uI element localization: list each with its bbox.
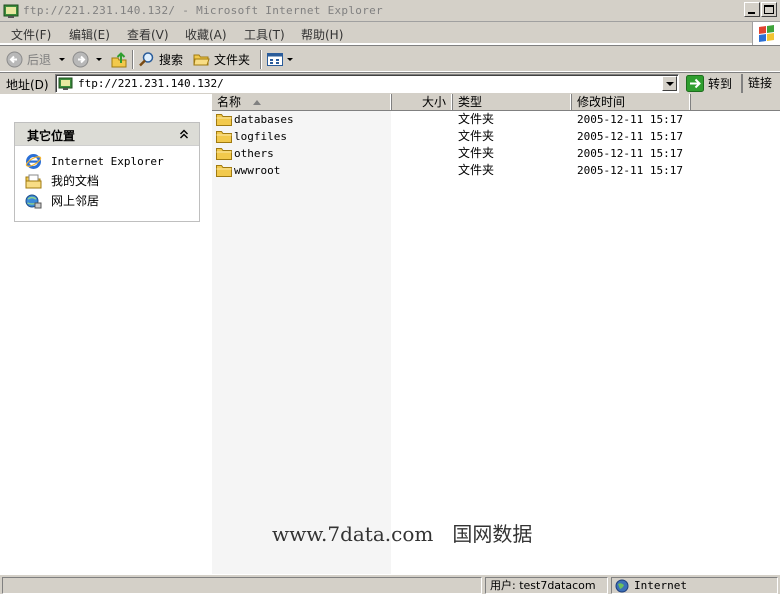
folder-icon [216,114,232,126]
forward-dropdown-icon[interactable] [96,58,102,61]
content-area: 其它位置 Internet Explorer 我的文档 网上邻居 名称 大小 类… [0,94,780,574]
collapse-chevron-icon[interactable] [179,129,189,139]
column-header-modified[interactable]: 修改时间 [572,94,691,110]
other-places-pane: 其它位置 Internet Explorer 我的文档 网上邻居 [14,122,200,222]
status-user: 用户: test7datacom [485,577,608,594]
views-dropdown-icon[interactable] [287,58,293,61]
links-button[interactable]: 链接 [741,74,772,93]
folders-button[interactable]: 文件夹 [193,49,250,70]
column-header-type[interactable]: 类型 [453,94,572,110]
column-header-row: 名称 大小 类型 修改时间 [212,94,780,111]
up-folder-icon [111,51,127,67]
back-dropdown-icon[interactable] [59,58,66,61]
place-my-documents[interactable]: 我的文档 [15,173,199,193]
toolbar-separator [132,50,134,69]
table-row[interactable]: logfiles 文件夹 2005-12-11 15:17 [212,128,780,145]
views-button[interactable] [267,49,293,70]
address-value[interactable]: ftp://221.231.140.132/ [78,77,224,90]
go-arrow-icon [686,75,704,92]
minimize-icon [748,12,755,14]
status-bar: 用户: test7datacom Internet [0,574,780,594]
place-internet-explorer[interactable]: Internet Explorer [15,153,199,173]
file-type: 文件夹 [458,112,495,126]
search-button[interactable]: 搜索 [138,49,183,70]
file-type: 文件夹 [458,129,495,143]
file-name: others [234,147,274,160]
up-folder-button[interactable] [110,49,128,70]
menu-edit[interactable]: 编辑(E) [69,26,110,43]
status-zone-label: Internet [634,579,687,592]
back-arrow-icon [6,51,23,68]
file-modified: 2005-12-11 15:17 [577,164,683,177]
place-label: Internet Explorer [51,155,164,168]
maximize-icon [764,5,774,14]
internet-zone-icon [615,579,629,593]
views-icon [267,53,283,66]
folder-icon [216,165,232,177]
windows-flag-icon [759,25,774,42]
menu-bar: 文件(F) 编辑(E) 查看(V) 收藏(A) 工具(T) 帮助(H) [0,22,780,44]
table-row[interactable]: wwwroot 文件夹 2005-12-11 15:17 [212,162,780,179]
file-name: logfiles [234,130,287,143]
minimize-button[interactable] [744,2,760,17]
my-documents-icon [25,174,42,189]
menu-favorites[interactable]: 收藏(A) [185,26,227,43]
column-header-size[interactable]: 大小 [392,94,453,110]
file-name: wwwroot [234,164,281,177]
search-label: 搜索 [159,53,184,67]
column-header-name[interactable]: 名称 [212,94,392,110]
folders-label: 文件夹 [214,53,251,67]
window-title: ftp://221.231.140.132/ - Microsoft Inter… [23,4,383,17]
address-label: 地址(D) [6,78,49,92]
column-header-name-label: 名称 [217,95,242,109]
file-type: 文件夹 [458,146,495,160]
forward-arrow-icon [72,51,89,68]
other-places-list: Internet Explorer 我的文档 网上邻居 [15,146,199,213]
file-type: 文件夹 [458,163,495,177]
table-row[interactable]: others 文件夹 2005-12-11 15:17 [212,145,780,162]
file-name: databases [234,113,294,126]
folder-icon [216,131,232,143]
file-modified: 2005-12-11 15:17 [577,130,683,143]
name-column-highlight [212,110,391,574]
back-label: 后退 [27,53,52,67]
other-places-header[interactable]: 其它位置 [15,123,199,146]
forward-button[interactable] [72,49,102,70]
folders-icon [193,54,210,66]
sort-ascending-icon [252,100,261,105]
go-button[interactable]: 转到 [686,74,732,93]
address-dropdown-button[interactable] [662,76,677,91]
menu-tools[interactable]: 工具(T) [244,26,285,43]
windows-logo [752,22,780,46]
status-zone: Internet [611,577,778,594]
watermark-text: www.7data.com 国网数据 [272,522,533,546]
go-label: 转到 [708,77,733,91]
ie-icon [25,154,42,169]
place-network-places[interactable]: 网上邻居 [15,193,199,213]
folder-icon [216,148,232,160]
address-input[interactable]: ftp://221.231.140.132/ [55,74,679,93]
place-label: 网上邻居 [51,194,100,208]
title-bar: ftp://221.231.140.132/ - Microsoft Inter… [0,0,780,22]
menu-help[interactable]: 帮助(H) [301,26,343,43]
network-places-icon [25,194,42,209]
back-button[interactable]: 后退 [6,49,66,70]
other-places-title: 其它位置 [27,129,76,143]
ftp-folder-icon [3,4,19,18]
toolbar-separator [260,50,262,69]
search-icon [139,52,154,67]
maximize-button[interactable] [761,2,777,17]
file-list: 名称 大小 类型 修改时间 databases 文件夹 2005-12-11 1… [212,94,780,574]
menu-file[interactable]: 文件(F) [11,26,51,43]
table-row[interactable]: databases 文件夹 2005-12-11 15:17 [212,111,780,128]
file-modified: 2005-12-11 15:17 [577,147,683,160]
file-modified: 2005-12-11 15:17 [577,113,683,126]
standard-toolbar: 后退 搜索 文件夹 [0,45,780,72]
status-main [2,577,482,594]
ftp-folder-icon [58,77,73,90]
menu-view[interactable]: 查看(V) [127,26,169,43]
place-label: 我的文档 [51,174,100,188]
address-bar: 地址(D) ftp://221.231.140.132/ 转到 链接 [0,72,780,94]
